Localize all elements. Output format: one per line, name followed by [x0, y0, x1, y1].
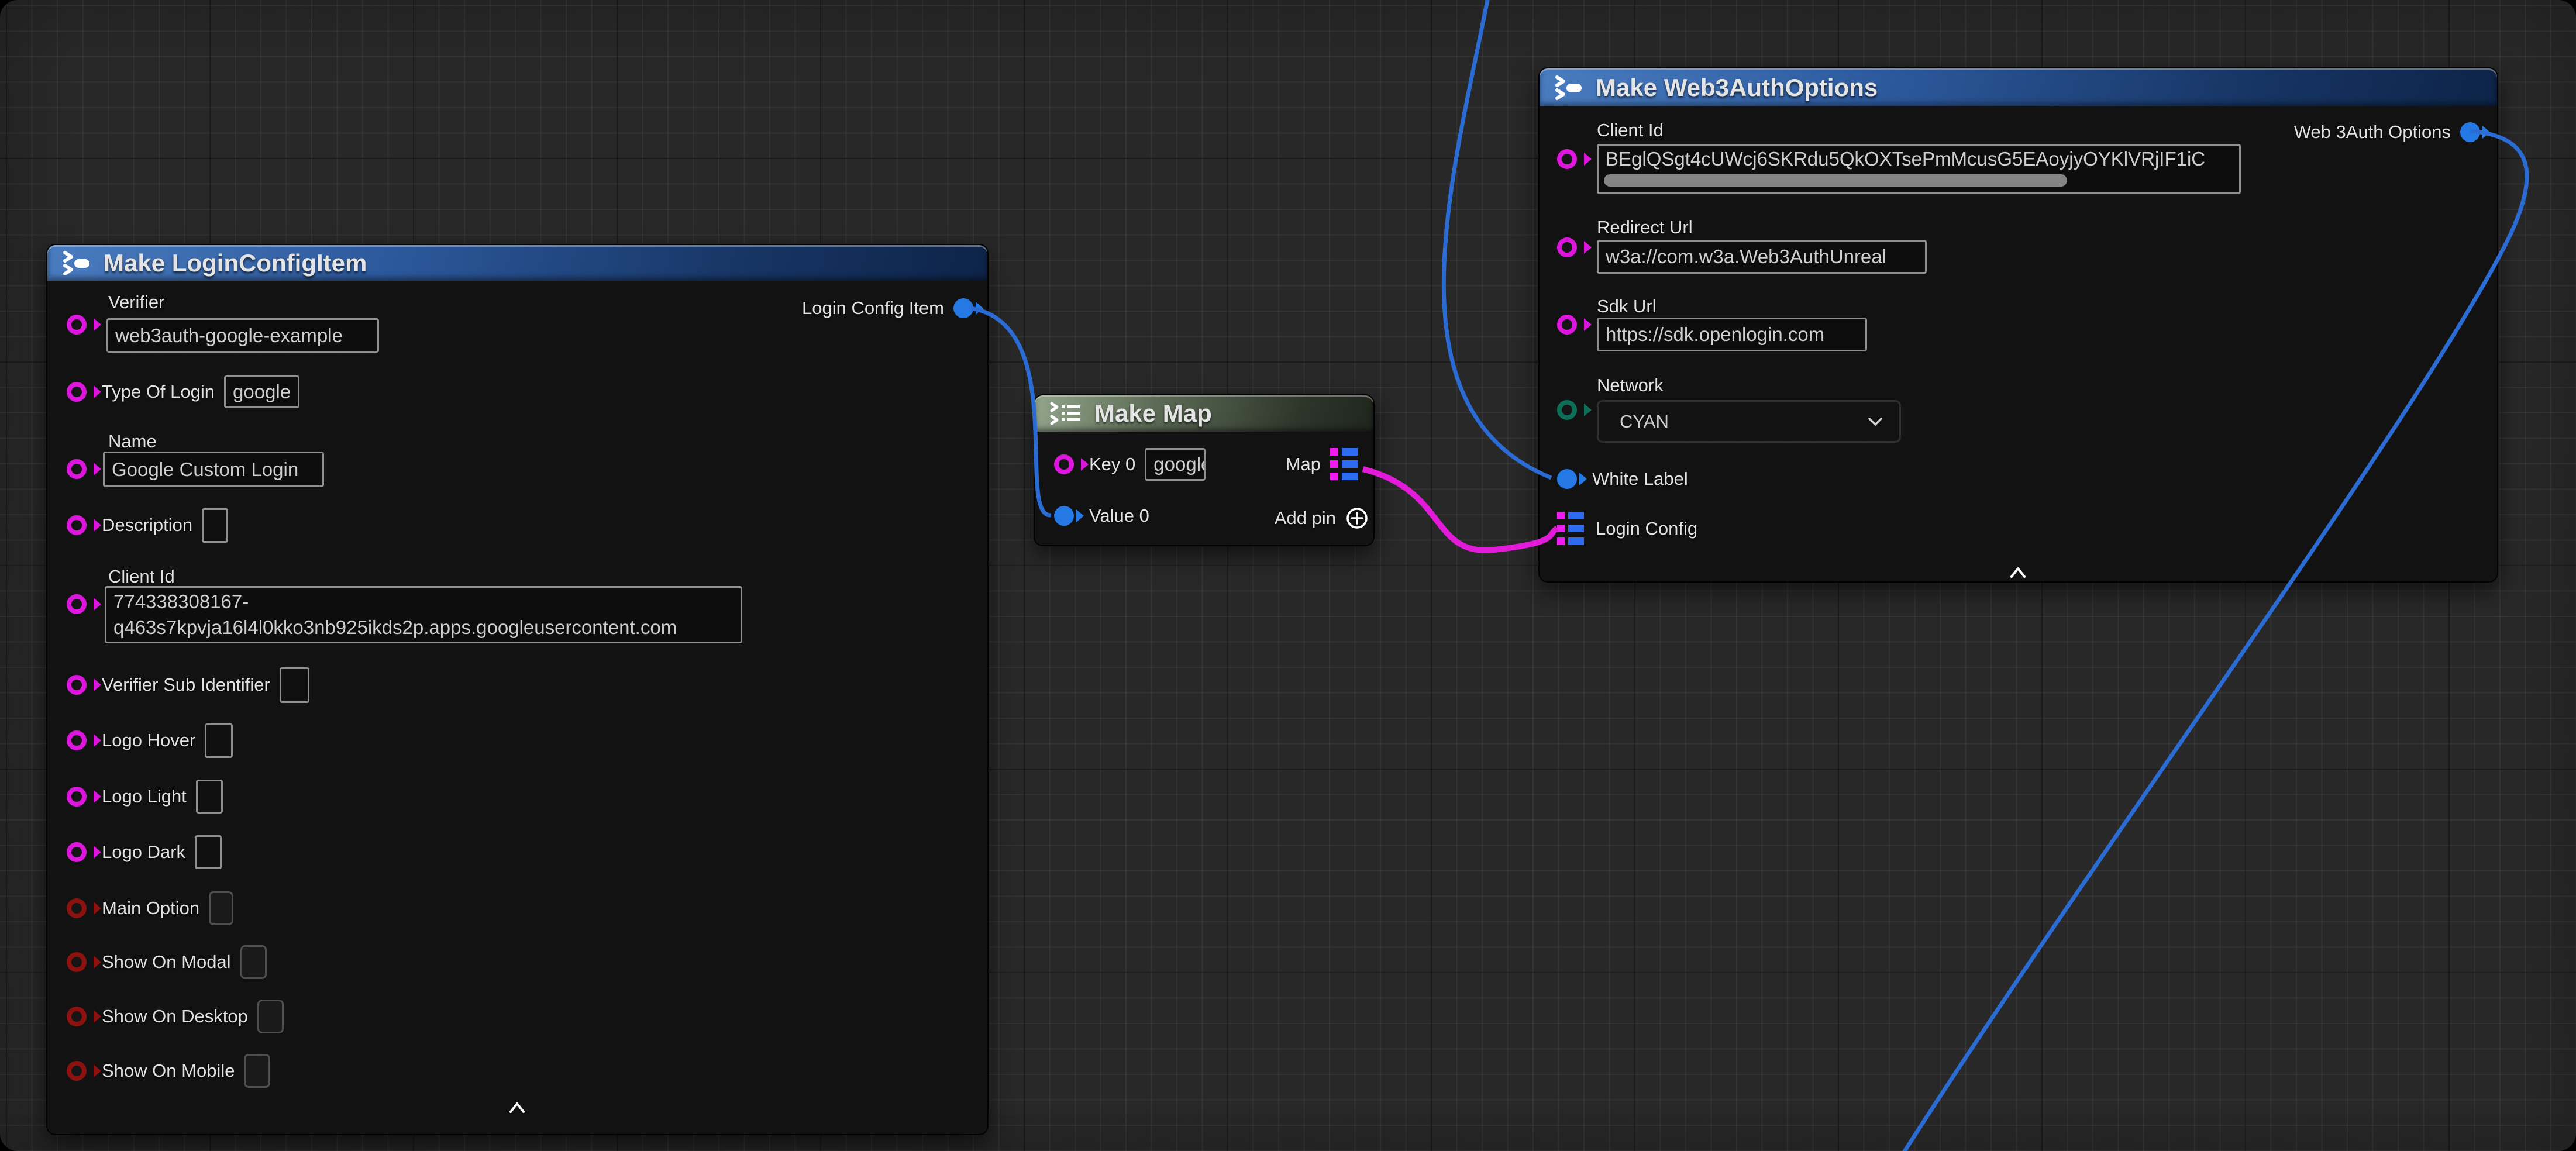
pin-label-description: Description	[102, 515, 192, 536]
chevron-down-icon	[1866, 416, 1884, 428]
input-pin-logo-dark[interactable]	[67, 842, 87, 862]
pin-label-type-of-login: Type Of Login	[102, 381, 215, 402]
graph-canvas[interactable]: Make LoginConfigItem Login Config Item V…	[0, 0, 2576, 1151]
pin-label-verifier-sub-identifier: Verifier Sub Identifier	[102, 674, 270, 695]
verifier-sub-identifier-text-field[interactable]	[280, 667, 309, 703]
make-struct-icon	[1554, 75, 1584, 101]
pin-label-map: Map	[1286, 454, 1321, 475]
input-pin-network[interactable]	[1557, 400, 1577, 420]
pin-label-verifier: Verifier	[108, 292, 164, 313]
node-header[interactable]: Make LoginConfigItem	[47, 245, 987, 281]
input-pin-name[interactable]	[67, 459, 87, 479]
pin-label-client-id: Client Id	[108, 566, 175, 587]
client-id-text-field[interactable]: 774338308167-q463s7kpvja16l4l0kko3nb925i…	[105, 586, 742, 643]
input-pin-show-on-desktop[interactable]	[67, 1007, 87, 1026]
pin-label-logo-dark: Logo Dark	[102, 842, 185, 863]
input-pin-client-id[interactable]	[67, 594, 87, 614]
node-title: Make LoginConfigItem	[104, 249, 367, 277]
input-pin-description[interactable]	[67, 515, 87, 535]
pin-label-redirect-url: Redirect Url	[1597, 217, 1693, 238]
main-option-checkbox[interactable]	[209, 891, 233, 925]
blueprint-editor: Make LoginConfigItem Login Config Item V…	[0, 0, 2576, 1151]
wire-offscreen-to-white-label[interactable]	[1444, 0, 1551, 478]
client-id-horizontal-scrollbar[interactable]	[1604, 174, 2067, 187]
pin-label-white-label: White Label	[1592, 468, 1688, 490]
pin-label-show-on-desktop: Show On Desktop	[102, 1006, 248, 1027]
node-header[interactable]: Make Web3AuthOptions	[1540, 68, 2497, 106]
make-struct-icon	[61, 250, 92, 276]
pin-label-value-0: Value 0	[1089, 505, 1149, 526]
description-text-field[interactable]	[202, 508, 228, 543]
collapse-node-button[interactable]	[504, 1098, 530, 1118]
pin-label-web3auth-options: Web 3Auth Options	[2294, 122, 2451, 143]
network-dropdown[interactable]: CYAN	[1597, 400, 1901, 443]
input-pin-logo-hover[interactable]	[67, 730, 87, 750]
input-pin-verifier[interactable]	[67, 315, 87, 335]
input-pin-main-option[interactable]	[67, 898, 87, 918]
input-pin-key-0[interactable]	[1054, 454, 1074, 474]
node-make-login-config-item[interactable]: Make LoginConfigItem Login Config Item V…	[46, 244, 989, 1135]
node-make-web3auth-options[interactable]: Make Web3AuthOptions Web 3Auth Options C…	[1538, 67, 2498, 583]
name-text-field[interactable]: Google Custom Login	[103, 452, 324, 487]
wire-map-to-login-config[interactable]	[1363, 469, 1557, 550]
chevron-up-icon	[508, 1100, 526, 1115]
input-pin-login-config[interactable]	[1557, 512, 1584, 546]
input-pin-logo-light[interactable]	[67, 787, 87, 807]
input-pin-value-0[interactable]	[1054, 506, 1074, 526]
show-on-modal-checkbox[interactable]	[240, 945, 267, 979]
node-make-map[interactable]: Make Map Key 0 google Map Value 0 Add pi…	[1034, 394, 1375, 546]
input-pin-type-of-login[interactable]	[67, 382, 87, 402]
input-pin-show-on-modal[interactable]	[67, 952, 87, 972]
chevron-up-icon	[2009, 565, 2027, 580]
input-pin-client-id[interactable]	[1557, 149, 1577, 169]
pin-label-network: Network	[1597, 375, 1664, 396]
sdk-url-text-field[interactable]: https://sdk.openlogin.com	[1597, 318, 1867, 351]
network-dropdown-value: CYAN	[1620, 411, 1669, 432]
pin-label-client-id: Client Id	[1597, 120, 1664, 141]
node-title: Make Web3AuthOptions	[1596, 74, 1878, 102]
logo-dark-text-field[interactable]	[195, 835, 222, 869]
pin-label-logo-hover: Logo Hover	[102, 730, 195, 751]
pin-label-show-on-modal: Show On Modal	[102, 952, 231, 973]
pin-label-logo-light: Logo Light	[102, 786, 187, 807]
input-pin-white-label[interactable]	[1557, 469, 1577, 489]
verifier-text-field[interactable]: web3auth-google-example	[106, 318, 379, 353]
output-pin-map[interactable]	[1330, 448, 1358, 481]
pin-label-name: Name	[108, 431, 157, 452]
pin-label-login-config-item: Login Config Item	[802, 298, 944, 319]
node-header[interactable]: Make Map	[1035, 395, 1373, 432]
input-pin-sdk-url[interactable]	[1557, 315, 1577, 335]
input-pin-verifier-sub-identifier[interactable]	[67, 675, 87, 695]
redirect-url-text-field[interactable]: w3a://com.w3a.Web3AuthUnreal	[1597, 240, 1927, 274]
show-on-mobile-checkbox[interactable]	[244, 1054, 270, 1088]
pin-label-show-on-mobile: Show On Mobile	[102, 1060, 235, 1081]
collapse-node-button[interactable]	[2005, 563, 2031, 583]
pin-label-sdk-url: Sdk Url	[1597, 296, 1657, 317]
pin-label-login-config: Login Config	[1596, 518, 1697, 539]
input-pin-show-on-mobile[interactable]	[67, 1061, 87, 1081]
add-pin-icon[interactable]	[1345, 506, 1369, 530]
make-map-icon	[1049, 401, 1083, 426]
logo-hover-text-field[interactable]	[205, 723, 233, 758]
pin-label-key-0: Key 0	[1089, 454, 1135, 475]
pin-label-main-option: Main Option	[102, 898, 199, 919]
show-on-desktop-checkbox[interactable]	[257, 1000, 284, 1033]
logo-light-text-field[interactable]	[196, 780, 223, 814]
node-title: Make Map	[1094, 399, 1212, 428]
output-pin-login-config-item[interactable]	[953, 298, 973, 318]
input-pin-redirect-url[interactable]	[1557, 237, 1577, 257]
type-of-login-text-field[interactable]: google	[224, 375, 299, 408]
key-0-text-field[interactable]: google	[1145, 448, 1206, 481]
add-pin-label: Add pin	[1275, 508, 1336, 529]
client-id-text-field[interactable]: BEglQSgt4cUWcj6SKRdu5QkOXTsePmMcusG5EAoy…	[1597, 144, 2241, 194]
